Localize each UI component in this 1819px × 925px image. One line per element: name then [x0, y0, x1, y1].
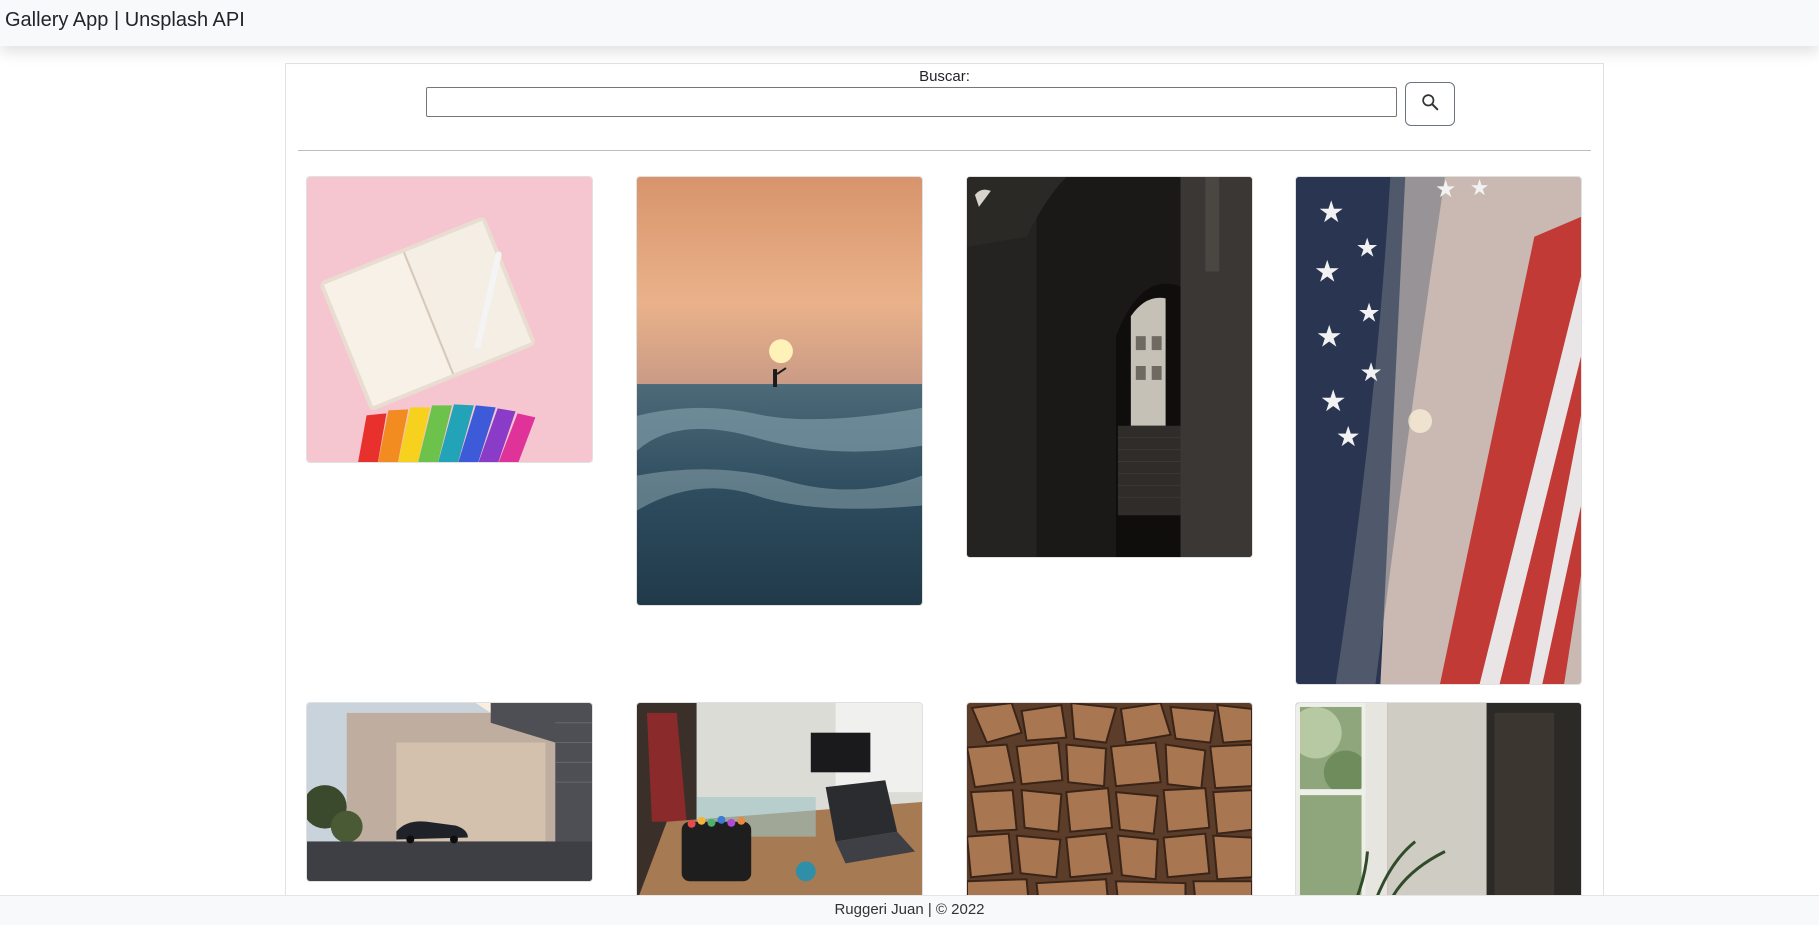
photo-stacked-firewood [967, 703, 1252, 901]
photo-modern-building-with-car [307, 703, 592, 881]
svg-text:★: ★ [1314, 255, 1341, 290]
photo-card-notebook-and-color-swatches[interactable] [306, 176, 593, 463]
photo-desk-with-laptop-and-markers [637, 703, 922, 901]
photo-card-stone-archway-corridor[interactable] [966, 176, 1253, 558]
search-input[interactable] [426, 87, 1397, 117]
photo-window-with-plant [1296, 703, 1581, 901]
footer: Ruggeri Juan | © 2022 [0, 895, 1819, 925]
photo-american-flag: ★ ★ ★ ★ ★ ★ ★ ★ ★ ★ [1296, 177, 1581, 684]
svg-text:★: ★ [1356, 234, 1379, 264]
photo-card-modern-building-with-car[interactable] [306, 702, 593, 882]
photo-notebook-and-color-swatches [307, 177, 592, 462]
svg-text:★: ★ [1318, 195, 1345, 230]
svg-text:★: ★ [1358, 298, 1381, 328]
svg-text:★: ★ [1320, 384, 1347, 419]
svg-text:★: ★ [1336, 420, 1361, 453]
photo-surfer-at-sunset [637, 177, 922, 605]
search-button[interactable] [1405, 82, 1455, 126]
app-brand[interactable]: Gallery App | Unsplash API [5, 9, 245, 32]
svg-text:★: ★ [1316, 319, 1343, 354]
photo-card-desk-with-laptop-and-markers[interactable] [636, 702, 923, 902]
search-icon [1421, 94, 1439, 111]
search-label: Buscar: [919, 68, 970, 85]
navbar: Gallery App | Unsplash API [0, 0, 1819, 46]
photo-card-stacked-firewood[interactable] [966, 702, 1253, 902]
gallery-container: Buscar: ★ ★ ★ ★ ★ ★ ★ ★ ★ ★ [285, 63, 1604, 925]
photo-card-surfer-at-sunset[interactable] [636, 176, 923, 606]
photo-card-window-with-plant[interactable] [1295, 702, 1582, 902]
divider [298, 150, 1591, 151]
photo-stone-archway-corridor [967, 177, 1252, 557]
svg-text:★: ★ [1470, 177, 1490, 201]
svg-text:★: ★ [1435, 177, 1456, 203]
svg-text:★: ★ [1360, 358, 1383, 388]
photo-card-american-flag[interactable]: ★ ★ ★ ★ ★ ★ ★ ★ ★ ★ [1295, 176, 1582, 685]
